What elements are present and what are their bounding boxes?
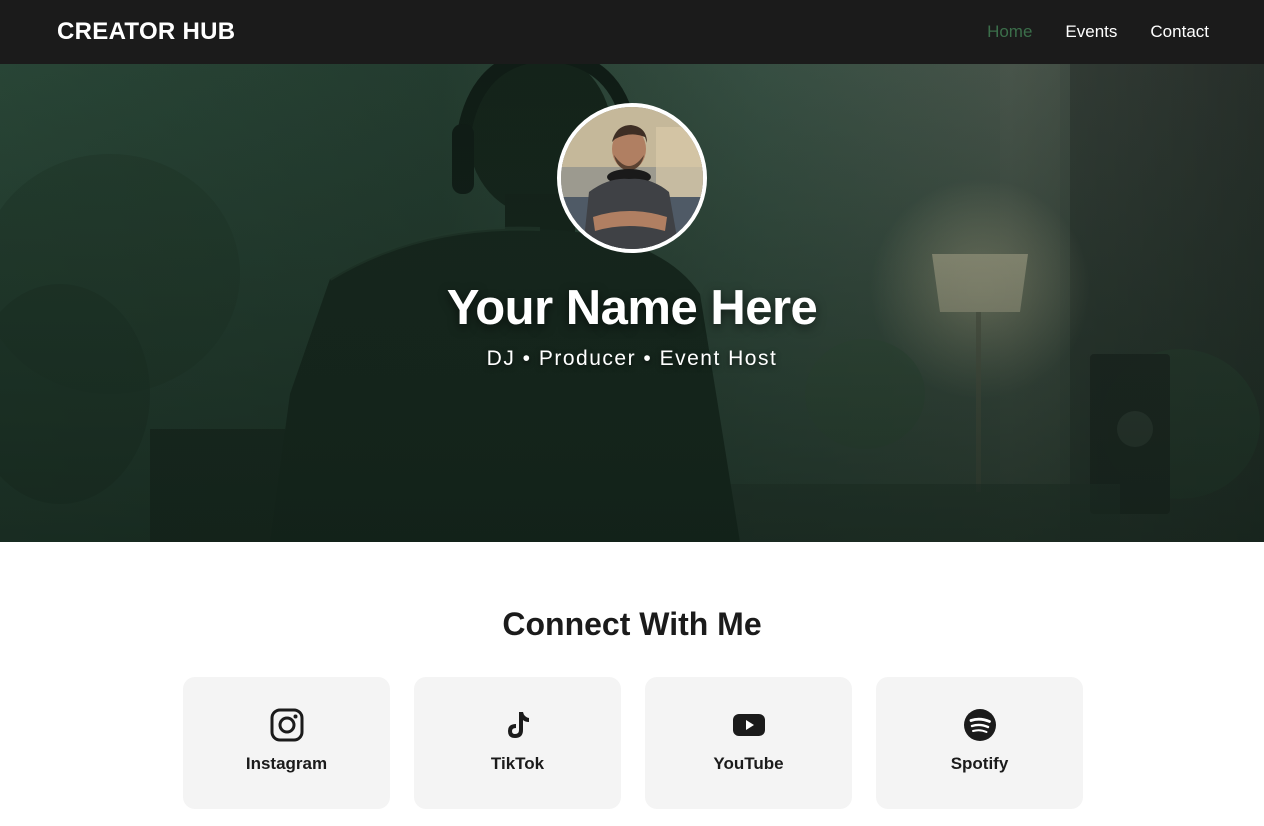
social-card-instagram[interactable]: Instagram [183,677,390,809]
card-label: YouTube [713,754,784,773]
card-label: Spotify [950,754,1009,773]
spotify-icon [963,708,997,742]
connect-title: Connect With Me [502,606,762,642]
card-label: TikTok [490,754,545,773]
card-label: Instagram [245,754,328,773]
hero-name: Your Name Here [446,281,818,335]
brand-logo[interactable]: CREATOR HUB [57,18,235,46]
nav-link-contact[interactable]: Contact [1150,22,1209,42]
social-card-spotify[interactable]: Spotify [876,677,1083,809]
avatar-portrait [561,107,703,249]
top-navbar: CREATOR HUB Home Events Contact [0,0,1264,64]
profile-avatar [557,103,707,253]
nav-links: Home Events Contact [987,22,1209,42]
social-card-youtube[interactable]: YouTube [645,677,852,809]
social-cards: Instagram TikTok YouTube Spotify [183,677,1083,809]
hero-section: Your Name Here DJ • Producer • Event Hos… [0,64,1264,542]
nav-link-events[interactable]: Events [1065,22,1117,42]
hero-tagline: DJ • Producer • Event Host [486,347,778,370]
tiktok-icon [501,708,535,742]
nav-link-home[interactable]: Home [987,22,1032,42]
youtube-icon [732,708,766,742]
instagram-icon [270,708,304,742]
social-card-tiktok[interactable]: TikTok [414,677,621,809]
